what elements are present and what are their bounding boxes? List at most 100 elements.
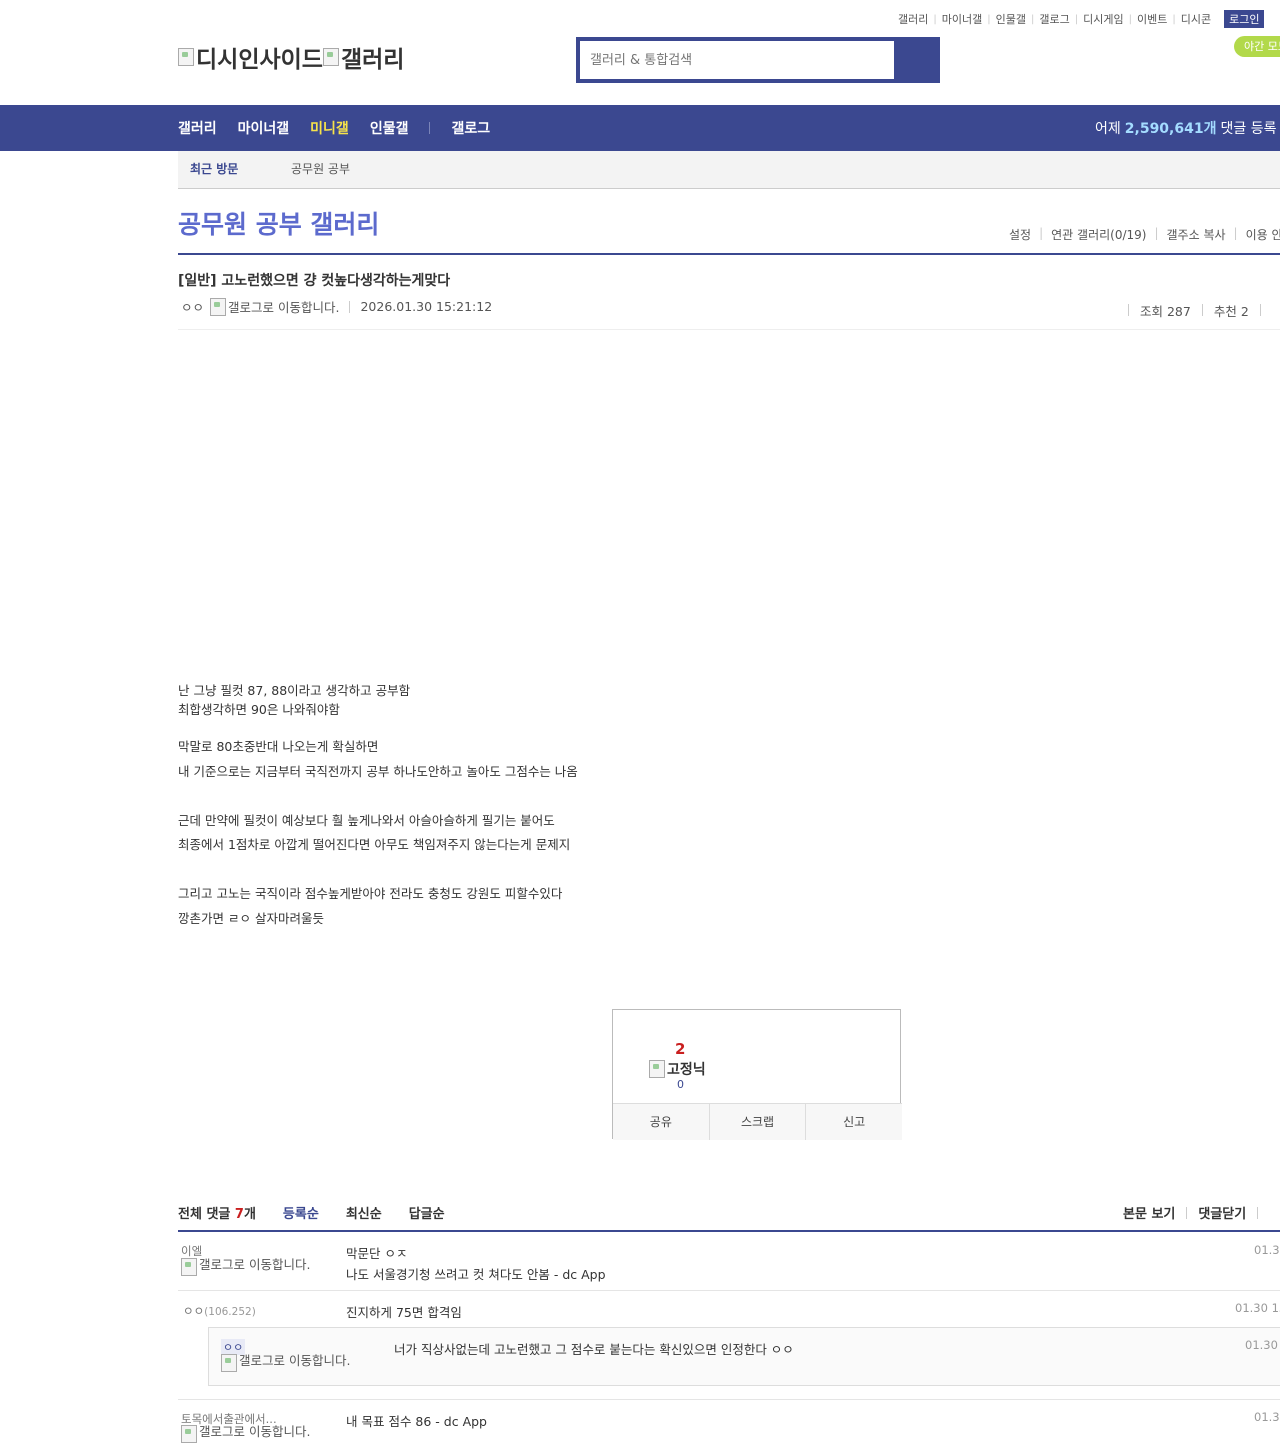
logo-alt-dcinside: 디시인사이드	[196, 47, 323, 73]
post-meta: ㅇㅇ 갤로그로 이동합니다. 2026.01.30 15:21:12	[181, 297, 492, 316]
nav-mini[interactable]: 미니갤	[310, 118, 349, 138]
divider	[1128, 304, 1129, 316]
post-stats: 조회 287 추천 2	[1128, 298, 1280, 322]
comment-date: 01.30 15:24:05	[1235, 1301, 1280, 1315]
broken-image-icon	[210, 297, 227, 316]
reply-gallog-link[interactable]: 갤로그로 이동합니다.	[221, 1354, 350, 1372]
close-comments-button[interactable]: 댓글닫기	[1198, 1203, 1246, 1222]
comment-header-actions: 본문 보기 댓글닫기	[1123, 1203, 1269, 1222]
post-body-line: 근데 만약에 필컷이 예상보다 훨 높게나와서 아슬아슬하게 필기는 붙어도	[178, 813, 555, 828]
comment-nick-with-ip[interactable]: ㅇㅇ(106.252)	[183, 1303, 256, 1319]
comment-total-prefix: 전체 댓글	[178, 1207, 231, 1222]
comment-gallog-link[interactable]: 갤로그로 이동합니다.	[181, 1425, 310, 1443]
logo-alt-gallery: 갤러리	[340, 47, 405, 73]
broken-image-icon	[221, 1354, 237, 1372]
sort-registered[interactable]: 등록순	[283, 1203, 319, 1222]
gallog-alt-text: 갤로그로 이동합니다.	[199, 1257, 311, 1272]
nav-gallog[interactable]: 갤로그	[451, 118, 490, 138]
report-button[interactable]: 신고	[806, 1104, 903, 1140]
post-views: 조회 287	[1140, 303, 1191, 319]
sort-latest[interactable]: 최신순	[346, 1203, 382, 1222]
view-body-button[interactable]: 본문 보기	[1123, 1203, 1175, 1222]
reply-text: 너가 직상사없는데 고노런했고 그 점수로 붙는다는 확신있으면 인정한다 ㅇㅇ	[394, 1342, 794, 1357]
reply-date: 01.30 15:25:10	[1245, 1338, 1280, 1352]
gallog-alt-text: 갤로그로 이동합니다.	[199, 1424, 311, 1439]
gallog-alt-text: 갤로그로 이동합니다.	[228, 300, 340, 315]
gallery-menu: 설정| 연관 갤러리(0/19)| 갤주소 복사| 이용 안내	[1001, 226, 1280, 243]
comment-divider	[178, 1290, 1280, 1291]
recent-visit-item[interactable]: 공무원 공부	[291, 151, 350, 188]
post-body-line: 난 그냥 필컷 87, 88이라고 생각하고 공부함	[178, 683, 411, 698]
comment-ip: (106.252)	[204, 1306, 256, 1318]
top-link-gallery[interactable]: 갤러리	[893, 11, 933, 27]
yesterday-suffix: 댓글 등록	[1220, 121, 1277, 137]
search-box	[576, 37, 940, 83]
main-nav-bar: 갤러리 마이너갤 미니갤 인물갤 갤로그 어제 2,590,641개 댓글 등록	[0, 105, 1280, 151]
top-link-game[interactable]: 디시게임	[1078, 11, 1128, 27]
comment-date: 01.30 15:23:41	[1254, 1243, 1280, 1257]
comment-nick: ㅇㅇ	[183, 1304, 205, 1318]
post-recommend-count: 추천 2	[1213, 303, 1249, 319]
comment-text: 나도 서울경기청 쓰려고 컷 쳐다도 안봄 - dc App	[346, 1267, 606, 1282]
divider	[1257, 1206, 1259, 1219]
broken-image-icon	[178, 48, 194, 66]
usage-guide-link[interactable]: 이용 안내	[1238, 226, 1280, 243]
post-title: [일반] 고노런했으면 걍 컷높다생각하는게맞다	[178, 273, 451, 289]
post-body-line: 그리고 고노는 국직이라 점수높게받아야 전라도 충청도 강원도 피할수있다	[178, 886, 563, 901]
nav-minor[interactable]: 마이너갤	[238, 118, 290, 138]
comment-text: 막문단 ㅇㅈ	[346, 1246, 408, 1261]
gallery-title[interactable]: 공무원 공부 갤러리	[178, 205, 379, 241]
post-writer[interactable]: ㅇㅇ	[181, 297, 204, 316]
post-body-line: 최종에서 1점차로 아깝게 떨어진다면 아무도 책임져주지 않는다는게 문제지	[178, 837, 571, 852]
login-button[interactable]: 로그인	[1224, 10, 1265, 28]
night-mode-toggle[interactable]: 야간 모드	[1234, 36, 1280, 57]
broken-image-icon	[181, 1258, 197, 1276]
post-body-line: 깡촌가면 ㄹㅇ 살자마려울듯	[178, 911, 324, 926]
nav-gallery[interactable]: 갤러리	[178, 118, 217, 138]
nav-divider	[429, 122, 431, 134]
divider	[1259, 304, 1261, 316]
related-gallery-link[interactable]: 연관 갤러리(0/19)	[1043, 226, 1154, 243]
post-body-line: 내 기준으로는 지금부터 국직전까지 공부 하나도안하고 놀아도 그점수는 나옴	[178, 764, 578, 779]
yesterday-comments: 어제 2,590,641개 댓글 등록	[1095, 105, 1276, 151]
comment-divider	[178, 1399, 1280, 1400]
top-link-dccon[interactable]: 디시콘	[1176, 11, 1216, 27]
comment-total-count: 7	[234, 1207, 244, 1222]
nav-person[interactable]: 인물갤	[370, 118, 409, 138]
yesterday-count: 2,590,641개	[1124, 121, 1217, 137]
comment-total: 전체 댓글 7개	[178, 1203, 256, 1222]
comment-header: 전체 댓글 7개 등록순 최신순 답글순	[178, 1203, 1280, 1222]
broken-image-icon	[322, 48, 339, 66]
recommend-count: 2	[675, 1040, 686, 1058]
post-date: 2026.01.30 15:21:12	[360, 299, 493, 314]
top-util-nav: 갤러리 | 마이너갤 | 인물갤 | 갤로그 | 디시게임 | 이벤트 | 디시콘 로그인	[893, 10, 1265, 28]
search-button[interactable]	[896, 37, 940, 83]
recent-visit-label[interactable]: 최근 방문	[190, 151, 238, 188]
comment-text: 진지하게 75면 합격임	[346, 1305, 462, 1320]
fixed-nick-count: 0	[677, 1078, 684, 1091]
divider	[349, 300, 351, 313]
share-button[interactable]: 공유	[613, 1104, 710, 1140]
search-input[interactable]	[580, 41, 894, 79]
divider	[1186, 1206, 1188, 1219]
recommend-actions: 공유 스크랩 신고	[613, 1103, 903, 1140]
divider	[1201, 304, 1203, 316]
top-link-event[interactable]: 이벤트	[1132, 11, 1172, 27]
top-link-gallog[interactable]: 갤로그	[1034, 11, 1074, 27]
gallery-settings-link[interactable]: 설정	[1001, 226, 1039, 243]
broken-image-icon	[181, 1425, 197, 1443]
post-body-line: 막말로 80초중반대 나오는게 확실하면	[178, 739, 379, 754]
top-link-person[interactable]: 인물갤	[991, 11, 1031, 27]
sort-replies[interactable]: 답글순	[409, 1203, 445, 1222]
top-link-minor[interactable]: 마이너갤	[937, 11, 987, 27]
fixed-nick-recommend[interactable]: 고정닉	[649, 1059, 706, 1079]
yesterday-prefix: 어제	[1095, 121, 1121, 137]
comment-gallog-link[interactable]: 갤로그로 이동합니다.	[181, 1258, 310, 1276]
site-logo[interactable]: 디시인사이드 갤러리	[178, 40, 404, 74]
comment-header-underline	[178, 1230, 1280, 1232]
post-body-line: 최합생각하면 90은 나와줘야함	[178, 702, 340, 717]
broken-image-icon	[649, 1060, 665, 1078]
copy-address-link[interactable]: 갤주소 복사	[1159, 226, 1234, 243]
gallog-link[interactable]: 갤로그로 이동합니다.	[210, 297, 339, 316]
scrap-button[interactable]: 스크랩	[709, 1104, 807, 1140]
